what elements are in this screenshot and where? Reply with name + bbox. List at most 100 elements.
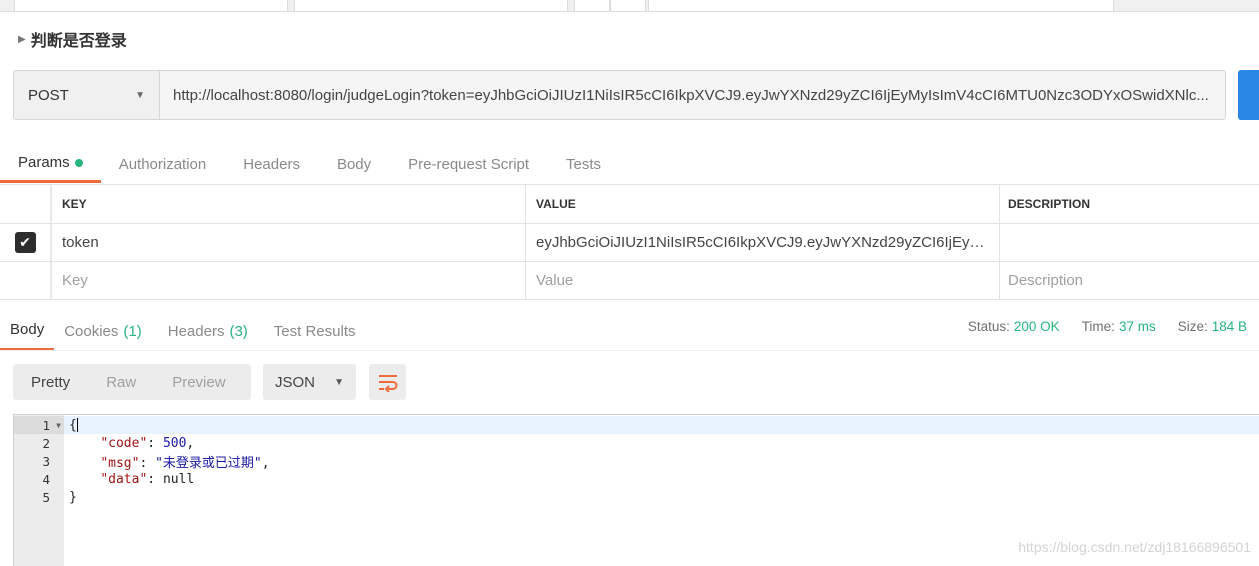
- line-number-text: 1: [42, 417, 50, 433]
- view-mode-group: Pretty Raw Preview: [13, 364, 251, 400]
- tab-authorization[interactable]: Authorization: [119, 145, 207, 183]
- line-number: 1 ▼: [14, 416, 64, 434]
- method-label: POST: [28, 86, 69, 104]
- fold-arrow-icon[interactable]: ▼: [56, 421, 61, 430]
- new-description-input[interactable]: Description: [1000, 262, 1259, 299]
- active-dot-icon: [74, 158, 83, 167]
- method-select[interactable]: POST ▼: [13, 70, 159, 120]
- code-text: {: [64, 418, 78, 433]
- url-bar: POST ▼ http://localhost:8080/login/judge…: [13, 70, 1226, 120]
- tab-label: Body: [10, 321, 45, 338]
- caret-right-icon[interactable]: ▶: [18, 34, 26, 45]
- line-number: 2: [42, 435, 50, 451]
- json-string: "未登录或已过期": [155, 455, 262, 471]
- text-cursor: [76, 418, 78, 432]
- wrap-lines-button[interactable]: [369, 364, 406, 400]
- size-value[interactable]: 184 B: [1212, 319, 1247, 334]
- json-key: "msg": [100, 455, 140, 471]
- param-value-text: eyJhbGciOiJIUzI1NiIsIR5cCI6IkpXVCJ9.eyJw…: [536, 234, 989, 251]
- table-row-new: Key Value Description: [0, 262, 1259, 300]
- header-value: VALUE: [526, 185, 1000, 223]
- request-tabs: Params Authorization Headers Body Pre-re…: [0, 145, 1259, 183]
- tab-label: Pre-request Script: [408, 155, 530, 173]
- tab-label: Params: [18, 154, 70, 171]
- json-number: 500: [162, 435, 187, 451]
- line-number: 3: [42, 453, 50, 469]
- code-line: 1 ▼ {: [14, 416, 1259, 434]
- code-line: 2 "code": 500,: [14, 434, 1259, 452]
- request-name[interactable]: ▶ 判断是否登录: [18, 28, 127, 50]
- tab-label: Headers: [243, 155, 300, 173]
- tab-label: Headers: [167, 322, 225, 340]
- table-header-row: KEY VALUE DESCRIPTION: [0, 184, 1259, 224]
- open-tab[interactable]: [610, 0, 646, 12]
- brace: {: [69, 417, 77, 433]
- time-label: Time:: [1081, 318, 1115, 334]
- header-checkbox-cell: [0, 185, 52, 223]
- time-value[interactable]: 37 ms: [1119, 319, 1156, 334]
- view-pretty-button[interactable]: Pretty: [13, 364, 88, 400]
- tab-response-body[interactable]: Body: [0, 311, 55, 351]
- open-tab[interactable]: [648, 0, 1114, 12]
- open-tab-current[interactable]: [14, 0, 288, 12]
- tab-label: Body: [336, 155, 372, 173]
- line-number: 4: [42, 471, 50, 487]
- chevron-down-icon: ▼: [334, 376, 344, 388]
- code-text: "code": 500,: [100, 435, 195, 451]
- url-input[interactable]: http://localhost:8080/login/judgeLogin?t…: [159, 70, 1226, 120]
- tab-label: Tests: [566, 155, 602, 173]
- tab-count: (1): [123, 322, 142, 340]
- param-value-input[interactable]: eyJhbGciOiJIUzI1NiIsIR5cCI6IkpXVCJ9.eyJw…: [526, 224, 1000, 261]
- watermark: https://blog.csdn.net/zdj18166896501: [1018, 539, 1251, 555]
- tab-response-headers[interactable]: Headers (3): [168, 311, 248, 351]
- row-checkbox-cell: [0, 262, 52, 299]
- open-tab[interactable]: [574, 0, 610, 12]
- url-text: http://localhost:8080/login/judgeLogin?t…: [173, 86, 1209, 104]
- code-line: 3 "msg": "未登录或已过期",: [14, 452, 1259, 471]
- tab-pre-request-script[interactable]: Pre-request Script: [408, 145, 529, 183]
- code-text: "msg": "未登录或已过期",: [100, 455, 270, 471]
- param-description-input[interactable]: [1000, 224, 1259, 261]
- response-status-bar: Status: 200 OK Time: 37 ms Size: 184 B: [968, 316, 1247, 336]
- check-icon[interactable]: ✔: [14, 232, 36, 253]
- tab-label: Cookies: [64, 322, 119, 340]
- json-key: "data": [100, 471, 148, 487]
- brace: }: [69, 489, 77, 505]
- tab-tests[interactable]: Tests: [566, 145, 601, 183]
- tab-headers[interactable]: Headers: [243, 145, 300, 183]
- format-select[interactable]: JSON ▼: [263, 364, 356, 400]
- wrap-lines-icon: [378, 375, 397, 392]
- json-key: "code": [100, 435, 148, 451]
- send-button[interactable]: [1238, 70, 1259, 120]
- tab-label: Authorization: [118, 155, 207, 173]
- request-name-label: 判断是否登录: [30, 33, 127, 50]
- header-description: DESCRIPTION: [1008, 197, 1091, 211]
- header-key: KEY: [52, 185, 526, 223]
- table-row: ✔ token eyJhbGciOiJIUzI1NiIsIR5cCI6IkpXV…: [0, 224, 1259, 262]
- new-value-input[interactable]: Value: [526, 262, 1000, 299]
- divider: [0, 350, 1259, 351]
- code-line: 5 }: [14, 488, 1259, 506]
- tab-count: (3): [229, 322, 248, 340]
- tab-cookies[interactable]: Cookies (1): [64, 311, 142, 351]
- param-key-input[interactable]: token: [52, 224, 526, 261]
- code-text: }: [64, 490, 77, 505]
- line-number: 5: [42, 489, 50, 505]
- json-null: null: [162, 471, 195, 487]
- status-label: Status:: [967, 318, 1010, 334]
- open-tab[interactable]: [294, 0, 568, 12]
- new-key-input[interactable]: Key: [52, 262, 526, 299]
- view-preview-button[interactable]: Preview: [154, 364, 243, 400]
- code-text: "data": null: [100, 471, 195, 487]
- tab-strip: [0, 0, 1259, 12]
- chevron-down-icon: ▼: [135, 89, 145, 101]
- params-table: KEY VALUE DESCRIPTION ✔ token eyJhbGciOi…: [0, 184, 1259, 300]
- tab-params[interactable]: Params: [0, 145, 101, 183]
- tab-body[interactable]: Body: [337, 145, 371, 183]
- view-raw-button[interactable]: Raw: [88, 364, 154, 400]
- code-line: 4 "data": null: [14, 470, 1259, 488]
- row-checkbox-cell: ✔: [0, 224, 52, 261]
- tab-label: Test Results: [273, 322, 356, 340]
- tab-test-results[interactable]: Test Results: [274, 311, 356, 351]
- status-value[interactable]: 200 OK: [1014, 319, 1060, 334]
